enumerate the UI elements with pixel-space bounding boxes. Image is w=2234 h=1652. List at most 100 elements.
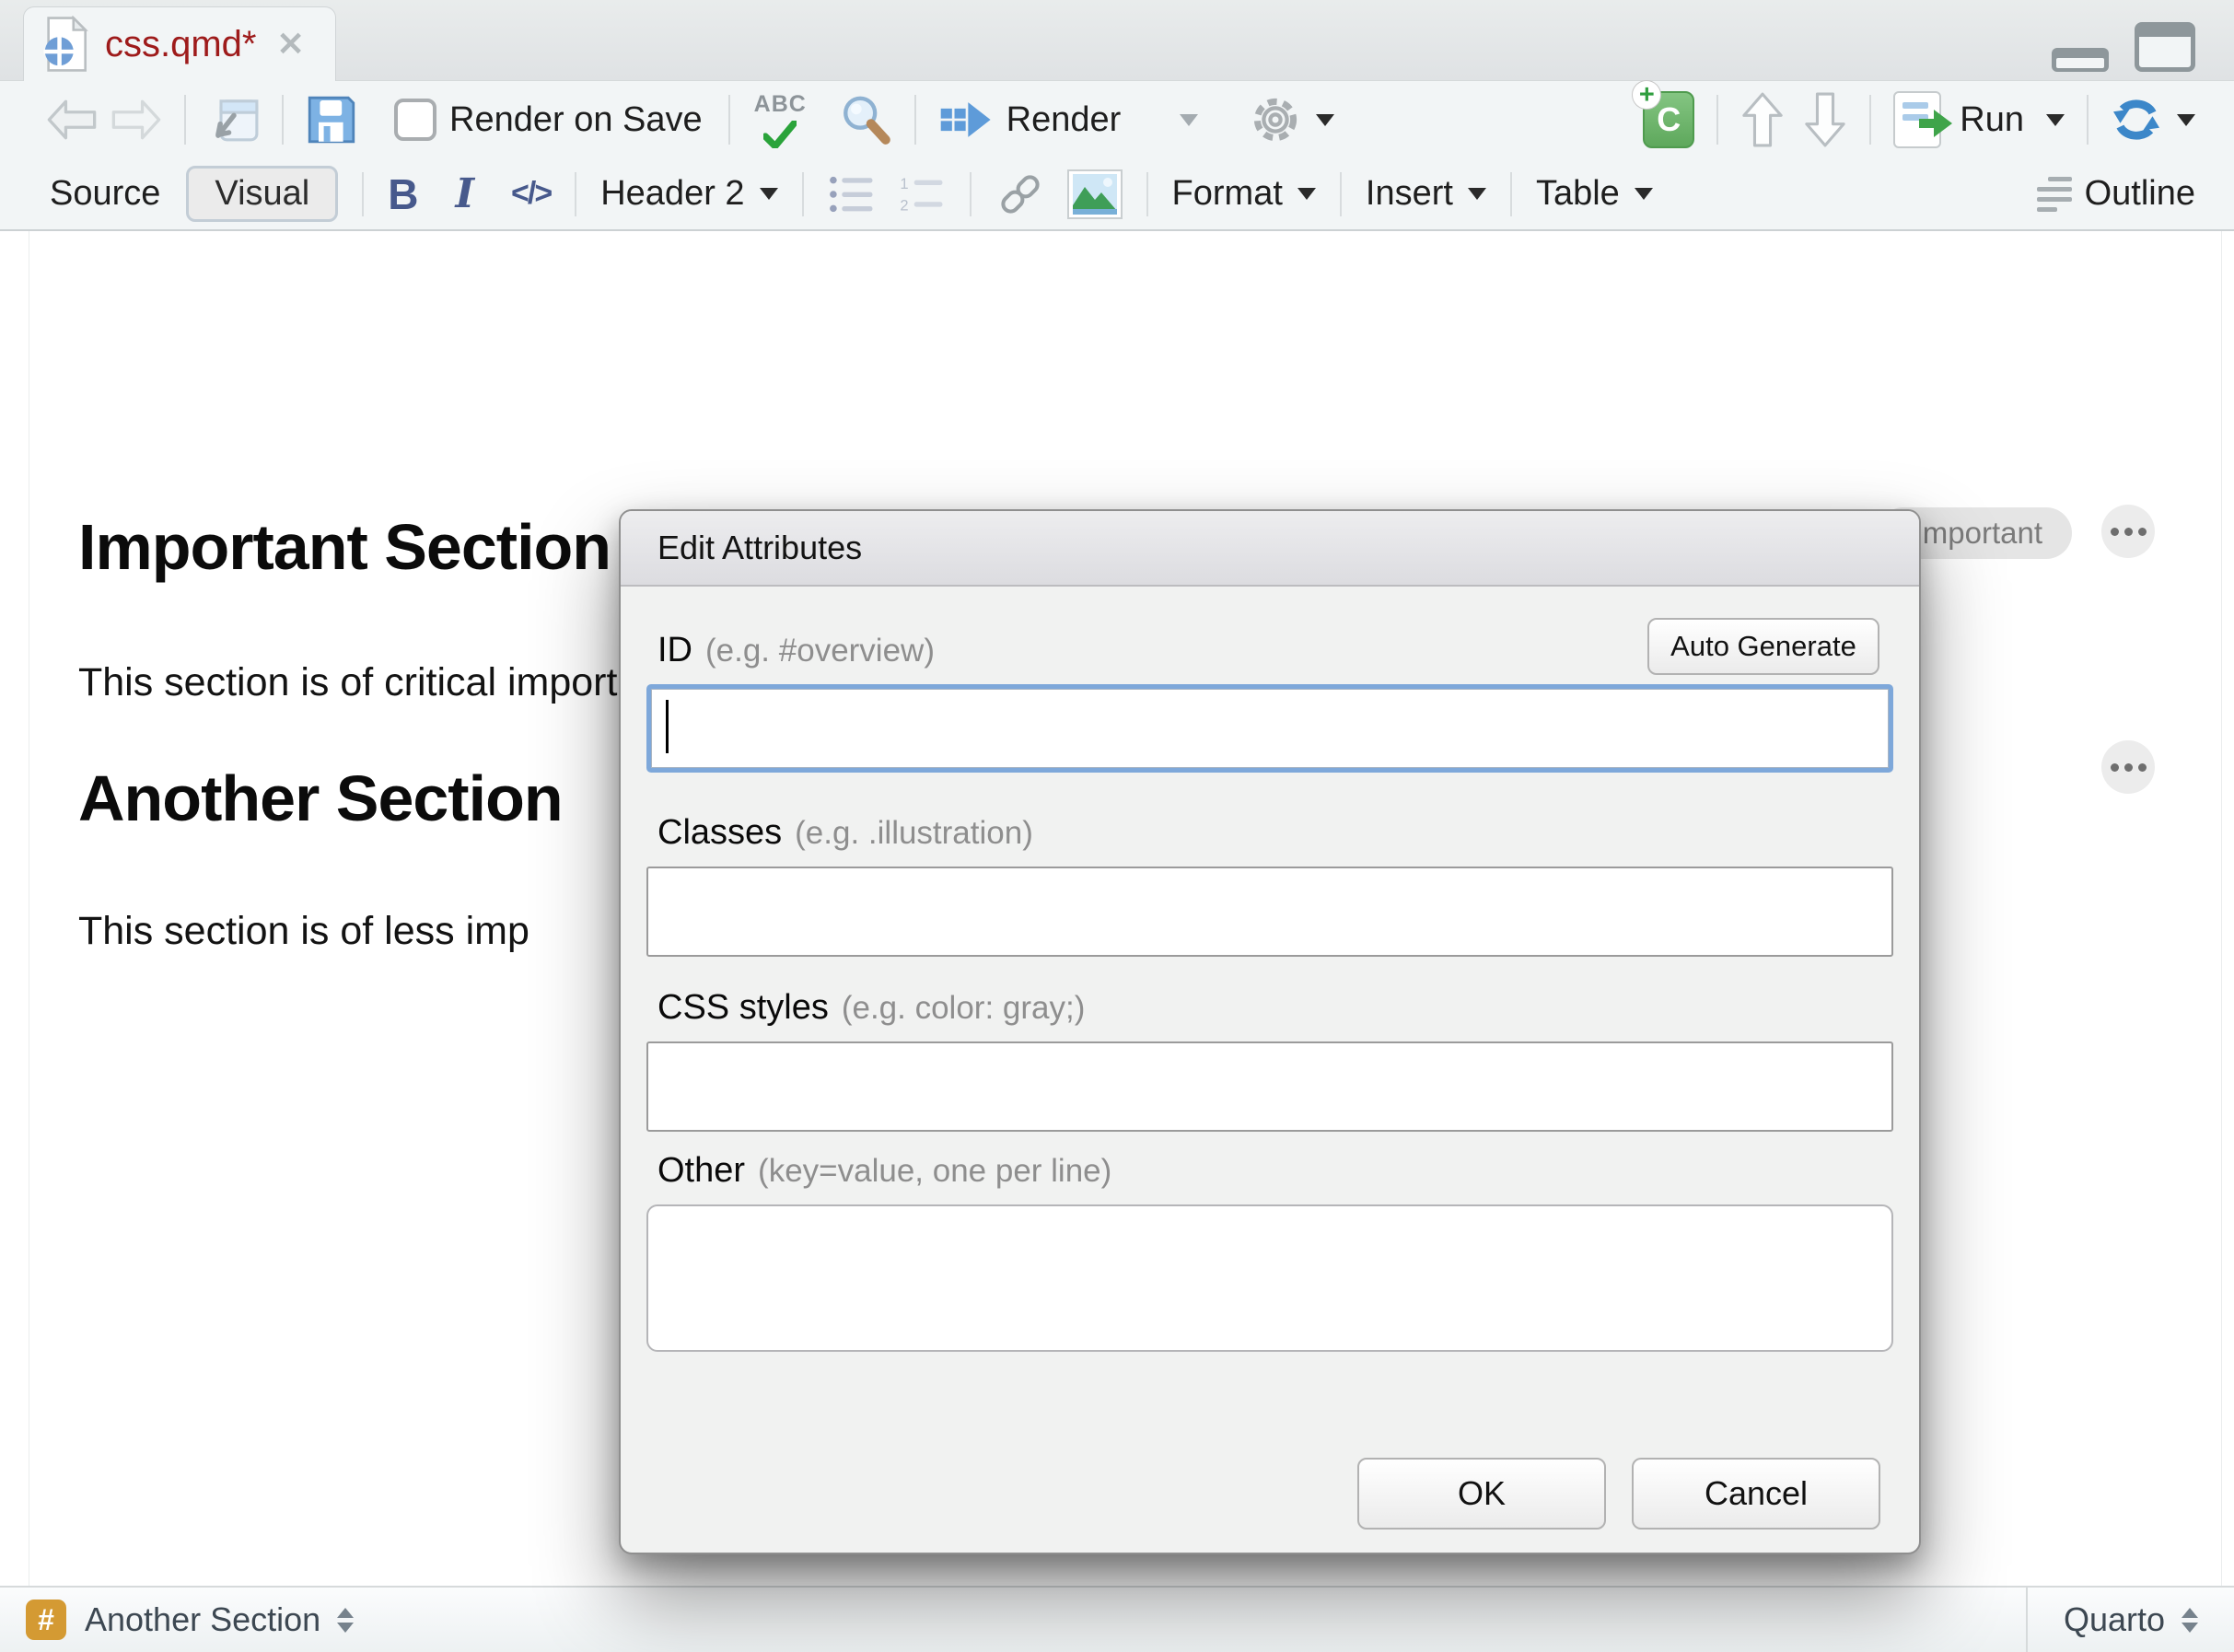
render-on-save-checkbox[interactable] — [394, 99, 436, 141]
inline-code-button[interactable]: </> — [511, 176, 551, 212]
block-options-button[interactable] — [2101, 505, 2155, 558]
insert-chunk-button[interactable]: C + — [1643, 91, 1694, 148]
id-field-hint: (e.g. #overview) — [705, 633, 935, 669]
other-field-label: Other(key=value, one per line) — [657, 1151, 1111, 1191]
tab-close-icon[interactable]: ✕ — [277, 28, 305, 61]
run-button[interactable] — [1893, 91, 1941, 148]
rerun-dropdown-icon[interactable] — [2177, 114, 2195, 126]
insert-image-button[interactable] — [1067, 169, 1123, 219]
tab-visual[interactable]: Visual — [186, 166, 338, 222]
save-floppy-icon — [306, 94, 357, 145]
other-textarea[interactable] — [646, 1204, 1893, 1352]
divider — [1146, 172, 1148, 216]
render-button[interactable] — [938, 97, 995, 143]
id-field-label: ID(e.g. #overview) — [657, 631, 935, 670]
css-styles-input[interactable] — [646, 1041, 1893, 1132]
back-arrow-icon — [46, 99, 98, 141]
outline-toggle[interactable]: Outline — [2085, 174, 2195, 214]
header-style-select[interactable]: Header 2 — [600, 174, 744, 214]
image-icon — [1072, 174, 1118, 215]
scrollbar-track[interactable] — [2221, 231, 2222, 1586]
heading-important-section[interactable]: Important Section — [78, 510, 611, 584]
settings-button[interactable] — [1250, 94, 1301, 145]
auto-generate-button[interactable]: Auto Generate — [1647, 618, 1879, 675]
find-replace-button[interactable] — [839, 93, 892, 146]
menu-table[interactable]: Table — [1536, 174, 1620, 214]
render-on-save-label: Render on Save — [449, 100, 703, 140]
numbered-list-button[interactable]: 1 2 — [898, 173, 946, 215]
forward-button[interactable] — [111, 99, 162, 141]
format-toolbar: Source Visual B I </> Header 2 1 2 — [0, 158, 2234, 231]
classes-input[interactable] — [646, 867, 1893, 957]
dialog-body: ID(e.g. #overview) Auto Generate Classes… — [621, 587, 1919, 1553]
insert-dropdown-icon[interactable] — [1468, 188, 1486, 200]
ok-button[interactable]: OK — [1357, 1458, 1606, 1530]
sort-arrows-icon[interactable] — [337, 1608, 354, 1633]
run-label[interactable]: Run — [1960, 100, 2024, 140]
tab-source[interactable]: Source — [50, 174, 160, 214]
rstudio-editor-window: css.qmd* ✕ — [0, 0, 2234, 1652]
menu-format[interactable]: Format — [1172, 174, 1283, 214]
popout-window-icon — [208, 94, 260, 145]
open-in-new-window-button[interactable] — [208, 94, 260, 145]
divider — [2087, 95, 2089, 145]
divider — [282, 95, 284, 145]
maximize-pane-icon[interactable] — [2135, 22, 2195, 72]
outline-location-selector[interactable]: Another Section — [85, 1600, 320, 1639]
format-selector-label: Quarto — [2064, 1600, 2165, 1639]
id-input[interactable] — [646, 684, 1893, 773]
bullet-list-button[interactable] — [828, 173, 876, 215]
spellcheck-check-icon — [763, 121, 797, 148]
bold-button[interactable]: B — [388, 169, 418, 219]
classes-field-label: Classes(e.g. .illustration) — [657, 813, 1033, 853]
svg-text:1: 1 — [900, 175, 908, 192]
menu-insert[interactable]: Insert — [1366, 174, 1453, 214]
settings-dropdown-icon[interactable] — [1316, 114, 1334, 126]
divider — [1869, 95, 1871, 145]
cancel-button[interactable]: Cancel — [1632, 1458, 1880, 1530]
bullet-list-icon — [828, 173, 876, 215]
paragraph-2[interactable]: This section is of less imp — [78, 909, 529, 954]
edit-attributes-dialog: Edit Attributes ID(e.g. #overview) Auto … — [619, 509, 1921, 1554]
header-style-dropdown-icon[interactable] — [760, 188, 778, 200]
divider — [1510, 172, 1512, 216]
sort-arrows-icon — [2182, 1608, 2198, 1633]
pane-controls — [2052, 22, 2195, 72]
id-input-wrap — [646, 684, 1893, 773]
save-button[interactable] — [306, 94, 357, 145]
divider — [970, 172, 972, 216]
minimize-pane-icon[interactable] — [2052, 48, 2109, 72]
heading-another-section[interactable]: Another Section — [78, 762, 563, 835]
css-input-wrap — [646, 1041, 1893, 1132]
divider — [802, 172, 804, 216]
tab-title: css.qmd* — [105, 24, 257, 65]
spellcheck-button[interactable]: ABC — [752, 93, 817, 146]
rerun-icon — [2111, 97, 2162, 143]
rerun-button[interactable] — [2111, 97, 2162, 143]
link-icon — [995, 169, 1045, 219]
italic-button[interactable]: I — [455, 170, 474, 217]
css-field-hint: (e.g. color: gray;) — [842, 990, 1086, 1026]
format-dropdown-icon[interactable] — [1297, 188, 1316, 200]
render-dropdown-icon[interactable] — [1180, 114, 1198, 126]
run-previous-chunks-button[interactable] — [1740, 91, 1785, 148]
divider — [728, 95, 730, 145]
tab-css-qmd[interactable]: css.qmd* ✕ — [23, 6, 336, 81]
divider — [1340, 172, 1342, 216]
run-dropdown-icon[interactable] — [2046, 114, 2065, 126]
chunk-c-icon: C — [1657, 100, 1681, 139]
back-button[interactable] — [46, 99, 98, 141]
block-options-button-2[interactable] — [2101, 740, 2155, 794]
document-format-selector[interactable]: Quarto — [2026, 1588, 2234, 1652]
outline-icon — [2037, 177, 2072, 212]
css-field-label: CSS styles(e.g. color: gray;) — [657, 988, 1085, 1028]
render-icon — [938, 97, 995, 143]
status-bar: # Another Section Quarto — [0, 1586, 2234, 1652]
table-dropdown-icon[interactable] — [1635, 188, 1653, 200]
numbered-list-icon: 1 2 — [898, 173, 946, 215]
run-next-chunk-button[interactable] — [1803, 91, 1847, 148]
divider — [1716, 95, 1718, 145]
up-arrow-icon — [1740, 91, 1785, 148]
link-button[interactable] — [995, 169, 1045, 219]
render-label[interactable]: Render — [1006, 100, 1122, 140]
